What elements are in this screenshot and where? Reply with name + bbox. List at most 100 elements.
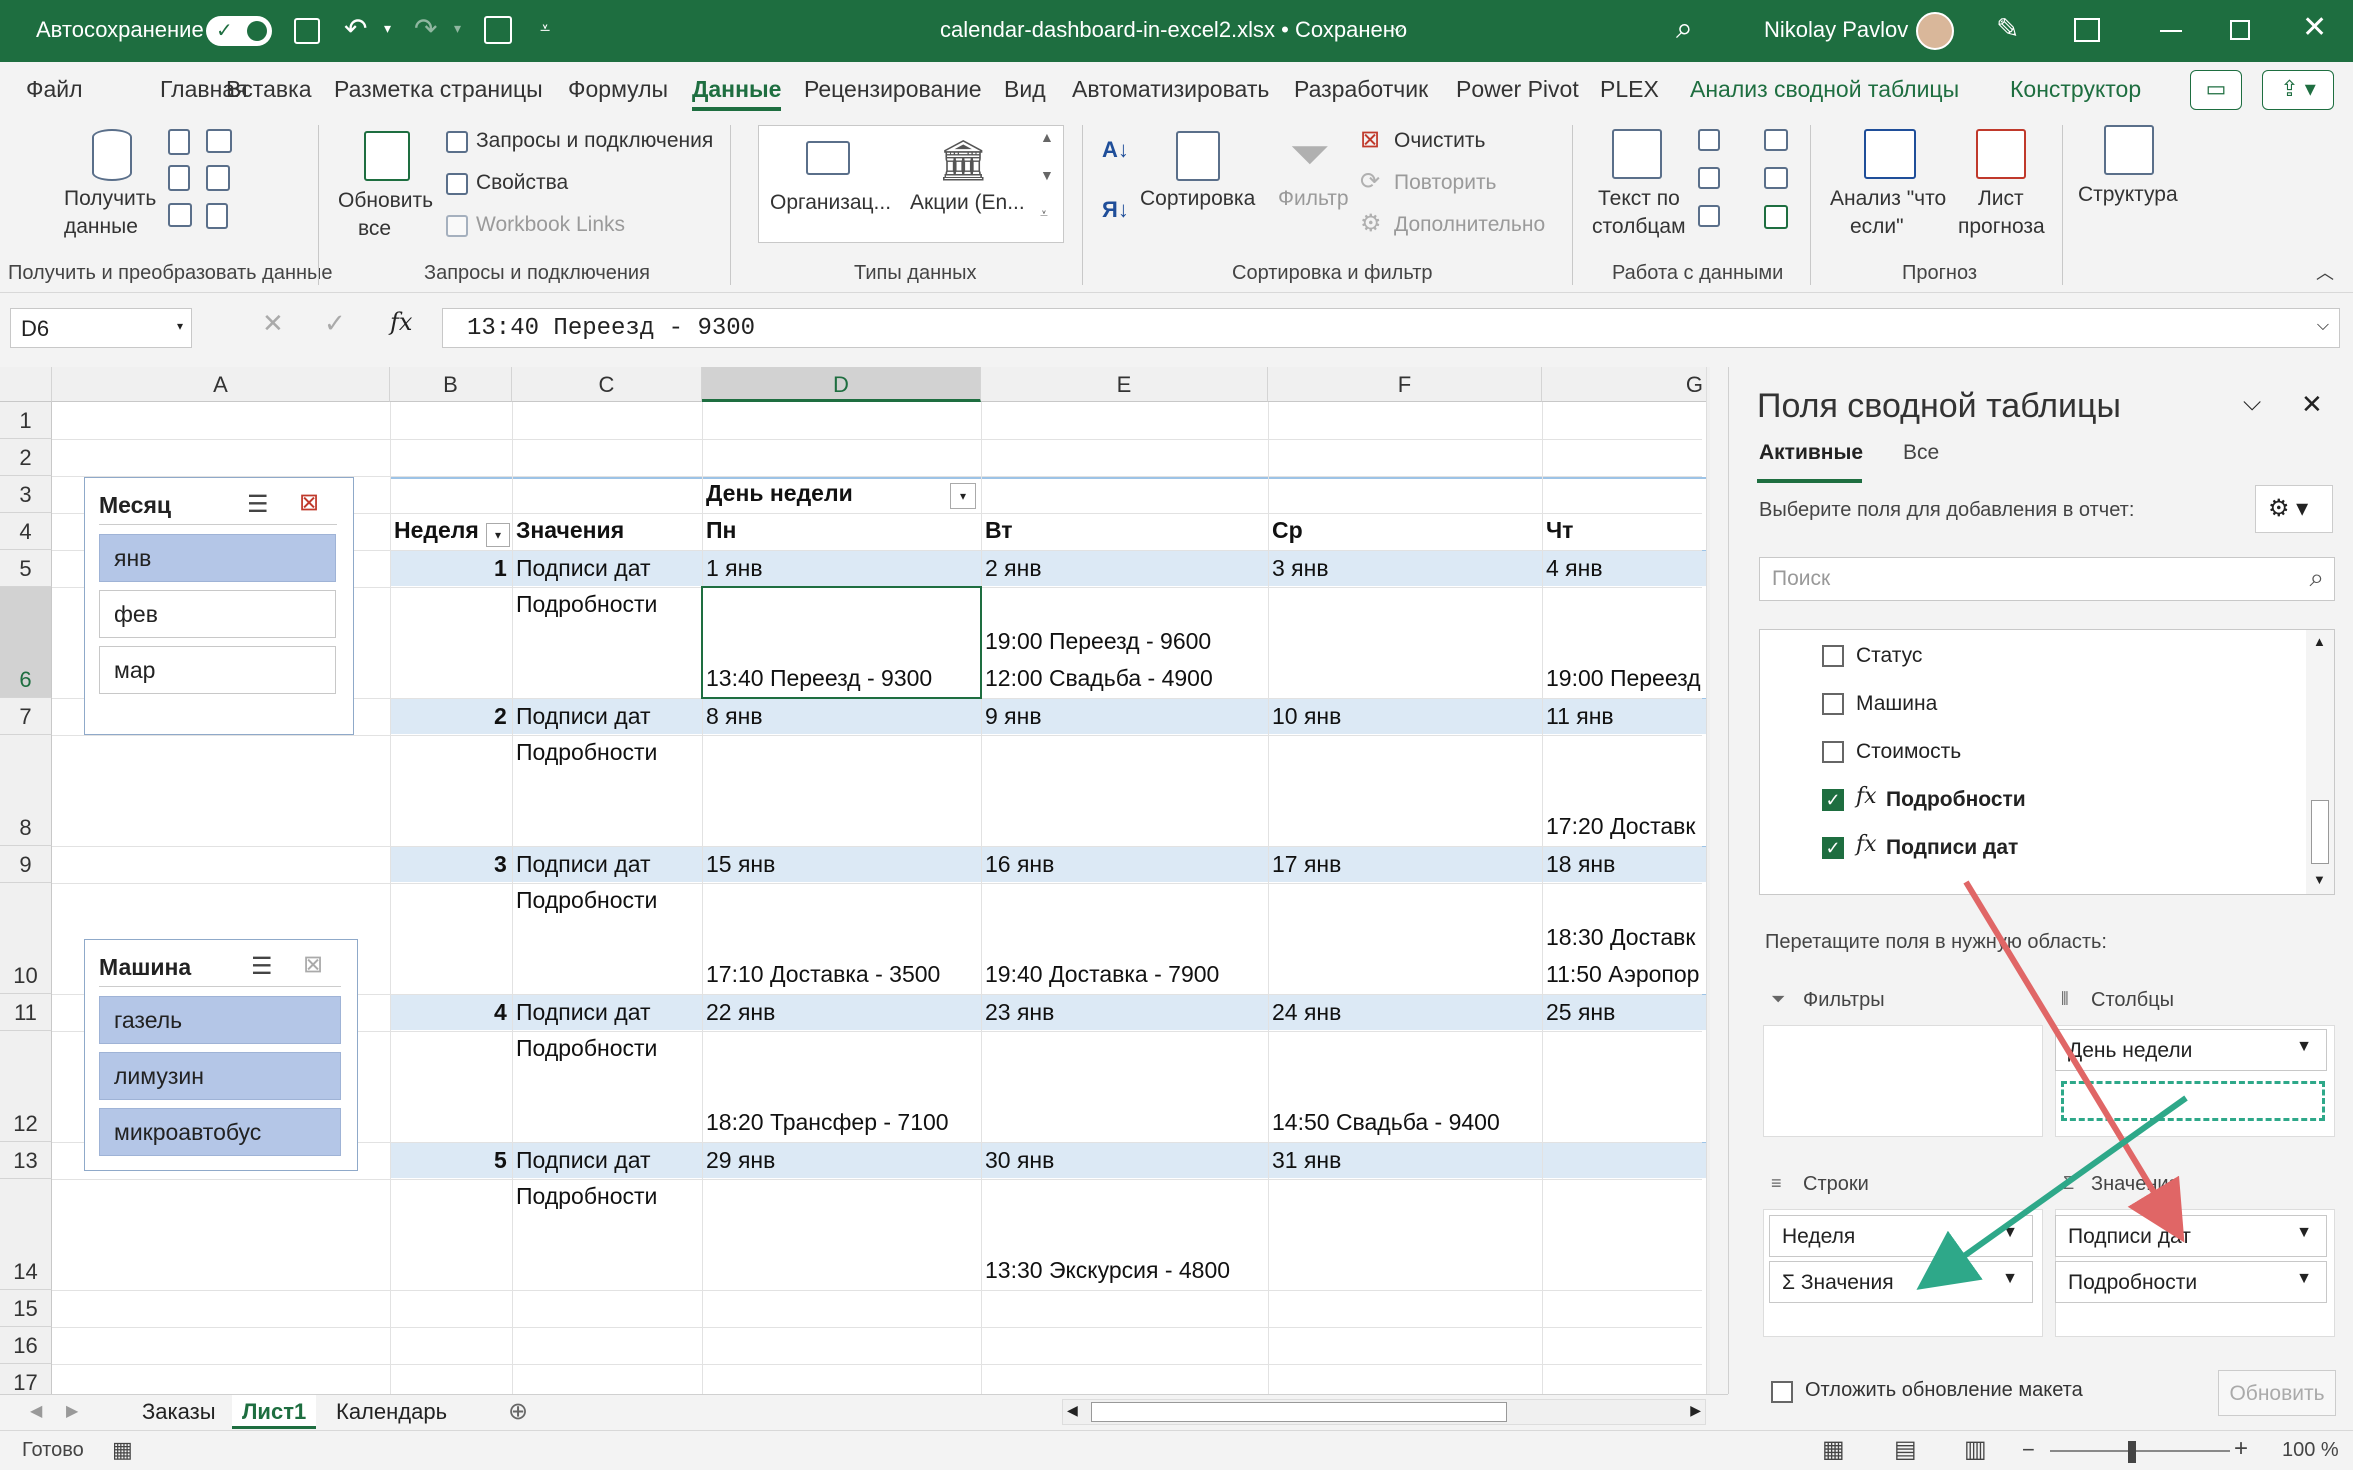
minimize-icon[interactable]	[2160, 30, 2182, 32]
rows-item-values[interactable]: Σ Значения ▼	[1769, 1261, 2033, 1303]
properties-button[interactable]: Свойства	[476, 171, 568, 195]
select-all-corner[interactable]	[0, 367, 52, 402]
zoom-in-icon[interactable]: +	[2234, 1435, 2248, 1463]
from-text-icon[interactable]	[168, 129, 190, 155]
ribbon-display-icon[interactable]	[2074, 18, 2100, 42]
zoom-slider-thumb[interactable]	[2128, 1441, 2136, 1463]
name-box[interactable]: D6 ▾	[10, 308, 192, 348]
col-header-f[interactable]: F	[1268, 367, 1542, 402]
refresh-all-button[interactable]: Обновить	[338, 189, 433, 213]
add-sheet-icon[interactable]: ⊕	[508, 1397, 528, 1426]
clear-filter-icon[interactable]: ⊠	[299, 488, 319, 517]
scroll-up-icon[interactable]: ▲	[2313, 634, 2326, 649]
avatar[interactable]	[1916, 12, 1954, 50]
row-header[interactable]: 1	[0, 402, 52, 439]
col-header-d[interactable]: D	[702, 367, 981, 402]
scroll-down-icon[interactable]: ▼	[2313, 872, 2326, 887]
forecast-sheet-label2[interactable]: прогноза	[1958, 215, 2045, 239]
outline-button[interactable]: Структура	[2078, 183, 2178, 207]
sheet-tab-orders[interactable]: Заказы	[132, 1395, 226, 1429]
from-web-icon[interactable]	[168, 165, 190, 191]
dropdown-icon[interactable]: ▼	[2296, 1038, 2312, 1056]
scroll-thumb[interactable]	[1091, 1402, 1507, 1422]
tab-plex[interactable]: PLEX	[1600, 76, 1659, 103]
tab-pivot-analyze[interactable]: Анализ сводной таблицы	[1690, 76, 1959, 103]
existing-connections-icon[interactable]	[206, 203, 228, 229]
sheet-tab-calendar[interactable]: Календарь	[326, 1395, 457, 1429]
col-header-c[interactable]: C	[512, 367, 702, 402]
field-checkbox-details[interactable]: ✓	[1822, 789, 1844, 811]
multi-select-icon[interactable]: ☰	[251, 952, 273, 981]
tab-formulas[interactable]: Формулы	[568, 76, 668, 103]
row-header[interactable]: 17	[0, 1364, 52, 1394]
field-checkbox-date-labels[interactable]: ✓	[1822, 837, 1844, 859]
dropdown-icon[interactable]: ▼	[2296, 1224, 2312, 1242]
tab-page-layout[interactable]: Разметка страницы	[334, 76, 543, 103]
defer-update-label[interactable]: Отложить обновление макета	[1805, 1379, 2083, 1402]
relationships-icon[interactable]	[1764, 167, 1788, 189]
field-checkbox-status[interactable]	[1822, 645, 1844, 667]
slicer-item-mar[interactable]: мар	[99, 646, 336, 694]
field-checkbox-cost[interactable]	[1822, 741, 1844, 763]
row-header[interactable]: 6	[0, 587, 52, 698]
worksheet-grid[interactable]: A B C D E F G 1 2 3 4 5 6 7 8 9 10 11 12…	[0, 367, 1710, 1394]
from-table-icon[interactable]	[206, 129, 232, 153]
remove-duplicates-icon[interactable]	[1698, 167, 1720, 189]
dropdown-icon[interactable]: ▼	[2296, 1270, 2312, 1288]
maximize-icon[interactable]	[2230, 20, 2250, 40]
row-header[interactable]: 4	[0, 513, 52, 550]
col-header-b[interactable]: B	[390, 367, 512, 402]
data-types-gallery[interactable]	[758, 125, 1064, 243]
tab-developer[interactable]: Разработчик	[1294, 76, 1428, 103]
user-name[interactable]: Nikolay Pavlov	[1764, 17, 1908, 43]
col-header-e[interactable]: E	[981, 367, 1268, 402]
pivot-row-field[interactable]: Неделя	[394, 517, 479, 544]
multi-select-icon[interactable]: ☰	[247, 490, 269, 519]
row-header[interactable]: 10	[0, 883, 52, 994]
gallery-scroll-down-icon[interactable]: ▼	[1040, 167, 1054, 183]
clear-button[interactable]: Очистить	[1394, 129, 1485, 153]
file-title-chevron-icon[interactable]: ⌵	[1392, 20, 1404, 38]
undo-icon[interactable]: ↶	[344, 12, 367, 45]
organization-type-button[interactable]: Организац...	[770, 191, 891, 215]
consolidate-icon[interactable]	[1764, 129, 1788, 151]
expand-formula-icon[interactable]: ⌵	[2317, 317, 2329, 335]
row-header[interactable]: 16	[0, 1327, 52, 1364]
what-if-button[interactable]: Анализ "что	[1830, 187, 1946, 211]
text-to-columns-button[interactable]: Текст по	[1598, 187, 1680, 211]
zoom-level[interactable]: 100 %	[2282, 1439, 2339, 1462]
tab-design[interactable]: Конструктор	[2010, 76, 2141, 103]
comments-button[interactable]: ▭	[2190, 70, 2242, 110]
row-field-filter-button[interactable]: ▾	[486, 523, 510, 547]
tab-review[interactable]: Рецензирование	[804, 76, 982, 103]
data-validation-icon[interactable]	[1698, 205, 1720, 227]
sort-az-icon[interactable]: A↓	[1102, 137, 1129, 163]
vertical-scrollbar[interactable]: ▲ ▼	[1706, 367, 1710, 1394]
zoom-slider[interactable]	[2050, 1450, 2230, 1452]
row-header[interactable]: 14	[0, 1179, 52, 1290]
gallery-more-icon[interactable]: ⩡	[1040, 205, 1048, 222]
text-to-columns-label2[interactable]: столбцам	[1592, 215, 1686, 239]
row-header[interactable]: 12	[0, 1031, 52, 1142]
slicer-item-feb[interactable]: фев	[99, 590, 336, 638]
field-label-status[interactable]: Статус	[1856, 644, 1922, 668]
queries-connections-button[interactable]: Запросы и подключения	[476, 129, 713, 153]
pen-icon[interactable]: ✎	[1996, 12, 2019, 45]
row-header[interactable]: 7	[0, 698, 52, 735]
values-item-date-labels[interactable]: Подписи дат ▼	[2055, 1215, 2327, 1257]
prev-sheet-icon[interactable]: ◀	[30, 1401, 42, 1421]
field-label-details[interactable]: Подробности	[1886, 788, 2026, 812]
row-header[interactable]: 13	[0, 1142, 52, 1179]
field-checkbox-car[interactable]	[1822, 693, 1844, 715]
name-box-dropdown-icon[interactable]: ▾	[177, 319, 183, 333]
undo-dropdown-icon[interactable]: ▾	[384, 20, 391, 37]
columns-item-weekday[interactable]: День недели ▼	[2055, 1029, 2327, 1071]
collapse-ribbon-icon[interactable]: ︿	[2316, 259, 2334, 285]
slicer-item-limousine[interactable]: лимузин	[99, 1052, 341, 1100]
tab-active-fields[interactable]: Активные	[1759, 441, 1863, 465]
sort-button[interactable]: Сортировка	[1140, 187, 1255, 211]
page-layout-view-icon[interactable]: ▤	[1894, 1435, 1917, 1464]
get-data-button[interactable]: Получить	[64, 187, 156, 211]
defer-update-checkbox[interactable]	[1771, 1381, 1793, 1403]
slicer-item-jan[interactable]: янв	[99, 534, 336, 582]
